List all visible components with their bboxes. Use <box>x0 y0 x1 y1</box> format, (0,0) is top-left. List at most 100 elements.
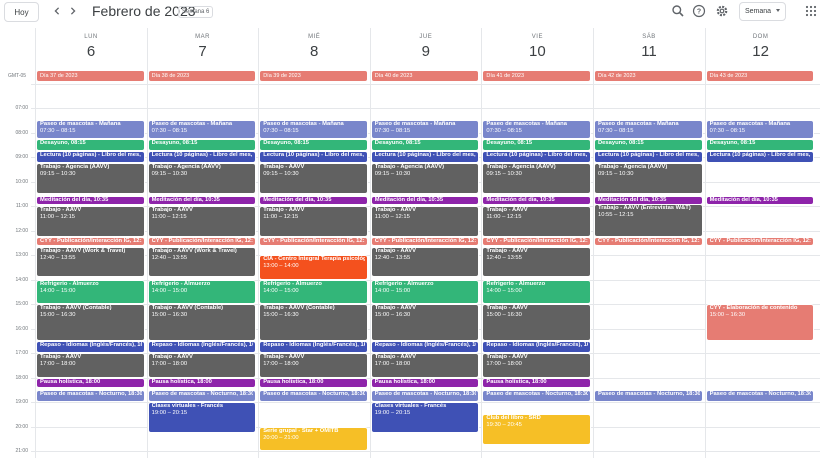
calendar-event[interactable]: Trabajo - AAVV 17:00 – 18:00 <box>370 353 480 378</box>
calendar-event[interactable]: Pausa holística, 18:00 <box>370 377 480 388</box>
calendar-event[interactable]: Paseo de mascotas - Nocturno, 18:30 <box>482 389 591 402</box>
day-header[interactable]: MIÉ 8 <box>258 34 370 60</box>
calendar-event[interactable]: Lectura (10 páginas) - Libro del mes, 08… <box>36 150 145 164</box>
calendar-event[interactable]: Meditación del día, 10:35 <box>147 195 257 205</box>
calendar-event[interactable]: Paseo de mascotas - Nocturno, 18:30 <box>594 389 703 402</box>
all-day-event[interactable]: Día 37 de 2023 <box>37 71 144 81</box>
calendar-event[interactable]: Paseo de mascotas - Mañana 07:30 – 08:15 <box>594 120 703 139</box>
calendar-event[interactable]: Refrigerio - Almuerzo 14:00 – 15:00 <box>147 279 257 304</box>
calendar-event[interactable]: CYY - Publicación/Interacción IG, 12:15 <box>259 236 368 246</box>
calendar-event[interactable]: Refrigerio - Almuerzo 14:00 – 15:00 <box>370 279 480 304</box>
calendar-event[interactable]: Paseo de mascotas - Nocturno, 18:30 <box>259 389 368 402</box>
calendar-event[interactable]: Paseo de mascotas - Mañana 07:30 – 08:15 <box>705 120 815 139</box>
calendar-event[interactable]: Trabajo - AAVV (Contable) 15:00 – 16:30 <box>259 304 368 341</box>
calendar-event[interactable]: Serie grupal - Star + OMITB 20:00 – 21:00 <box>259 426 368 451</box>
calendar-event[interactable]: Desayuno, 08:15 <box>594 138 703 151</box>
day-header[interactable]: SÁB 11 <box>593 34 705 60</box>
day-number[interactable]: 7 <box>147 43 259 60</box>
all-day-event[interactable]: Día 43 de 2023 <box>706 71 814 81</box>
calendar-event[interactable]: Meditación del día, 10:35 <box>259 195 368 205</box>
calendar-event[interactable]: Clases virtuales - Francés 19:00 – 20:15 <box>370 402 480 433</box>
day-number[interactable]: 10 <box>481 43 593 60</box>
calendar-event[interactable]: Repaso - Idiomas (Inglés/Francés), 16:30 <box>36 340 145 353</box>
calendar-event[interactable]: Trabajo - AAVV (Contable) 15:00 – 16:30 <box>147 304 257 341</box>
calendar-event[interactable]: CYY - Publicación/Interacción IG, 12:15 <box>482 236 591 246</box>
all-day-event[interactable]: Día 40 de 2023 <box>371 71 479 81</box>
calendar-event[interactable]: Lectura (10 páginas) - Libro del mes, 08… <box>370 150 480 164</box>
calendar-event[interactable]: Trabajo - Agencia (AAVV) 09:15 – 10:30 <box>147 163 257 194</box>
calendar-event[interactable]: CYY - Publicación/Interacción IG, 12:15 <box>370 236 480 246</box>
calendar-event[interactable]: Desayuno, 08:15 <box>705 138 815 151</box>
day-header[interactable]: VIE 10 <box>481 34 593 60</box>
calendar-event[interactable]: Paseo de mascotas - Mañana 07:30 – 08:15 <box>259 120 368 139</box>
calendar-event[interactable]: Trabajo - Agencia (AAVV) 09:15 – 10:30 <box>594 163 703 194</box>
calendar-event[interactable]: Paseo de mascotas - Mañana 07:30 – 08:15 <box>147 120 257 139</box>
calendar-event[interactable]: Trabajo - Agencia (AAVV) 09:15 – 10:30 <box>36 163 145 194</box>
calendar-event[interactable]: Desayuno, 08:15 <box>36 138 145 151</box>
calendar-event[interactable]: Trabajo - AAVV (Work & Travel) 12:40 – 13… <box>36 246 145 278</box>
calendar-event[interactable]: Lectura (10 páginas) - Libro del mes, 08… <box>705 150 815 164</box>
calendar-event[interactable]: Meditación del día, 10:35 <box>36 195 145 205</box>
calendar-event[interactable]: Paseo de mascotas - Mañana 07:30 – 08:15 <box>370 120 480 139</box>
calendar-event[interactable]: Trabajo - AAVV 17:00 – 18:00 <box>482 353 591 378</box>
calendar-event[interactable]: Meditación del día, 10:35 <box>370 195 480 205</box>
calendar-event[interactable]: CYY - Publicación/Interacción IG, 12:15 <box>705 236 815 246</box>
calendar-event[interactable]: CYY - Elaboración de contenido 15:00 – 16… <box>705 304 815 341</box>
calendar-event[interactable]: Trabajo - AAVV 17:00 – 18:00 <box>147 353 257 378</box>
calendar-event[interactable]: Trabajo - AAVV 11:00 – 12:15 <box>36 206 145 237</box>
calendar-event[interactable]: Repaso - Idiomas (Inglés/Francés), 16:30 <box>370 340 480 353</box>
calendar-event[interactable]: Trabajo - Agencia (AAVV) 09:15 – 10:30 <box>370 163 480 194</box>
calendar-event[interactable]: Pausa holística, 18:00 <box>36 377 145 388</box>
calendar-event[interactable]: Desayuno, 08:15 <box>482 138 591 151</box>
calendar-event[interactable]: Trabajo - AAVV 11:00 – 12:15 <box>259 206 368 237</box>
calendar-event[interactable]: Lectura (10 páginas) - Libro del mes, 08… <box>594 150 703 164</box>
day-header[interactable]: LUN 6 <box>35 34 147 60</box>
all-day-event[interactable]: Día 38 de 2023 <box>148 71 256 81</box>
apps-grid-icon[interactable] <box>805 4 819 18</box>
calendar-event[interactable]: Refrigerio - Almuerzo 14:00 – 15:00 <box>36 279 145 304</box>
calendar-event[interactable]: Trabajo - AAVV 11:00 – 12:15 <box>482 206 591 237</box>
calendar-event[interactable]: Refrigerio - Almuerzo 14:00 – 15:00 <box>482 279 591 304</box>
calendar-event[interactable]: Trabajo - AAVV (Entrevistas W&T) 10:55 – … <box>594 203 703 237</box>
today-button[interactable]: Hoy <box>4 2 39 22</box>
calendar-event[interactable]: CIA - Centro Integral Terapia psicológic… <box>259 255 368 280</box>
day-header[interactable]: JUE 9 <box>370 34 482 60</box>
calendar-event[interactable]: Desayuno, 08:15 <box>259 138 368 151</box>
all-day-event[interactable]: Día 41 de 2023 <box>483 71 590 81</box>
calendar-event[interactable]: Trabajo - AAVV 17:00 – 18:00 <box>259 353 368 378</box>
calendar-event[interactable]: CYY - Publicación/Interacción IG, 12:15 <box>594 236 703 246</box>
calendar-event[interactable]: Trabajo - AAVV 11:00 – 12:15 <box>147 206 257 237</box>
calendar-event[interactable]: Trabajo - AAVV (Work & Travel) 12:40 – 13… <box>147 246 257 278</box>
day-number[interactable]: 9 <box>370 43 482 60</box>
calendar-event[interactable]: Lectura (10 páginas) - Libro del mes, 08… <box>147 150 257 164</box>
calendar-event[interactable]: Repaso - Idiomas (Inglés/Francés), 16:30 <box>259 340 368 353</box>
calendar-event[interactable]: Pausa holística, 18:00 <box>259 377 368 388</box>
calendar-event[interactable]: Trabajo - AAVV 11:00 – 12:15 <box>370 206 480 237</box>
all-day-event[interactable]: Día 42 de 2023 <box>595 71 702 81</box>
calendar-event[interactable]: Trabajo - AAVV 12:40 – 13:55 <box>482 246 591 278</box>
calendar-event[interactable]: Trabajo - AAVV 15:00 – 16:30 <box>370 304 480 341</box>
day-number[interactable]: 12 <box>705 43 817 60</box>
calendar-event[interactable]: Meditación del día, 10:35 <box>705 195 815 205</box>
calendar-event[interactable]: Trabajo - AAVV 09:15 – 10:30 <box>259 163 368 194</box>
calendar-event[interactable]: Trabajo - AAVV 12:40 – 13:55 <box>370 246 480 278</box>
calendar-event[interactable]: Lectura (10 páginas) - Libro del mes, 08… <box>259 150 368 164</box>
calendar-event[interactable]: Repaso - Idiomas (Inglés/Francés), 16:30 <box>482 340 591 353</box>
calendar-event[interactable]: Desayuno, 08:15 <box>370 138 480 151</box>
calendar-event[interactable]: Trabajo - AAVV 15:00 – 16:30 <box>482 304 591 341</box>
calendar-event[interactable]: Trabajo - AAVV 17:00 – 18:00 <box>36 353 145 378</box>
calendar-event[interactable]: Refrigerio - Almuerzo 14:00 – 15:00 <box>259 279 368 304</box>
chevron-left-icon[interactable] <box>50 4 64 18</box>
day-header[interactable]: MAR 7 <box>147 34 259 60</box>
day-number[interactable]: 11 <box>593 43 705 60</box>
calendar-event[interactable]: Trabajo - AAVV (Contable) 15:00 – 16:30 <box>36 304 145 341</box>
calendar-event[interactable]: Clases virtuales - Francés 19:00 – 20:15 <box>147 402 257 433</box>
day-number[interactable]: 6 <box>35 43 147 60</box>
help-icon[interactable]: ? <box>692 4 706 18</box>
calendar-event[interactable]: Paseo de mascotas - Nocturno, 18:30 <box>370 389 480 402</box>
calendar-event[interactable]: Desayuno, 08:15 <box>147 138 257 151</box>
calendar-event[interactable]: Repaso - Idiomas (Inglés/Francés), 16:30 <box>147 340 257 353</box>
calendar-event[interactable]: Trabajo - Agencia (AAVV) 09:15 – 10:30 <box>482 163 591 194</box>
calendar-event[interactable]: Paseo de mascotas - Nocturno, 18:30 <box>147 389 257 402</box>
calendar-event[interactable]: Paseo de mascotas - Mañana 07:30 – 08:15 <box>482 120 591 139</box>
